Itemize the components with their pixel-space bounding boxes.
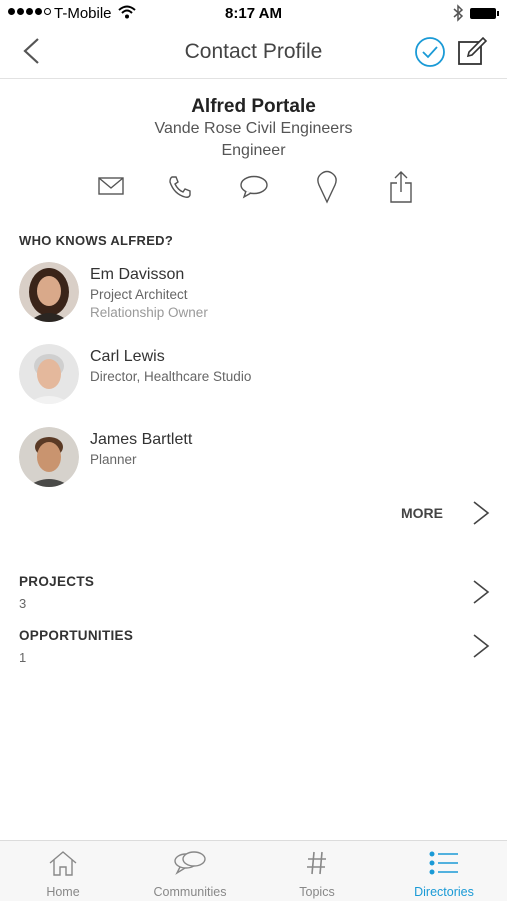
person-name: Carl Lewis [90, 348, 165, 365]
communities-icon [174, 851, 206, 875]
avatar [19, 344, 79, 404]
clock: 8:17 AM [225, 5, 282, 22]
contact-role: Engineer [221, 142, 286, 159]
home-icon [49, 851, 77, 876]
battery-icon [470, 8, 499, 19]
person-title: Planner [90, 452, 137, 467]
mail-icon[interactable] [98, 176, 124, 196]
chevron-right-icon[interactable] [471, 500, 491, 526]
person-row[interactable]: James Bartlett Planner [19, 427, 489, 489]
location-pin-icon[interactable] [316, 170, 338, 204]
projects-label[interactable]: PROJECTS [19, 574, 94, 589]
tab-directories[interactable]: Directories [381, 841, 507, 901]
message-icon[interactable] [239, 174, 269, 200]
opportunities-label[interactable]: OPPORTUNITIES [19, 628, 133, 643]
tab-home[interactable]: Home [0, 841, 126, 901]
tab-communities[interactable]: Communities [127, 841, 253, 901]
list-icon [429, 851, 458, 875]
tab-label: Home [46, 885, 80, 899]
projects-count: 3 [19, 596, 27, 611]
person-row[interactable]: Em Davisson Project Architect Relationsh… [19, 262, 489, 324]
navigation-bar: Contact Profile [0, 28, 507, 79]
chevron-right-icon[interactable] [471, 633, 491, 659]
avatar [19, 262, 79, 322]
tab-label: Directories [414, 885, 474, 899]
contact-company: Vande Rose Civil Engineers [154, 120, 353, 137]
opportunities-count: 1 [19, 650, 27, 665]
contact-actions [0, 170, 507, 208]
who-knows-heading: WHO KNOWS ALFRED? [19, 233, 174, 248]
person-name: James Bartlett [90, 431, 193, 448]
edit-icon[interactable] [456, 36, 488, 68]
person-title: Project Architect [90, 287, 188, 302]
avatar [19, 427, 79, 487]
tab-label: Topics [299, 885, 335, 899]
person-relationship: Relationship Owner [90, 305, 208, 320]
more-button[interactable]: MORE [401, 505, 443, 521]
share-icon[interactable] [389, 170, 413, 204]
chevron-right-icon[interactable] [471, 579, 491, 605]
contact-name: Alfred Portale [191, 96, 316, 117]
person-title: Director, Healthcare Studio [90, 369, 252, 384]
phone-icon[interactable] [167, 174, 193, 200]
person-name: Em Davisson [90, 266, 185, 283]
hash-icon [307, 851, 326, 875]
status-bar: T-Mobile 8:17 AM [0, 0, 507, 28]
tab-label: Communities [153, 885, 227, 899]
tab-bar: Home Communities Topics Directories [0, 840, 507, 901]
bluetooth-icon [453, 4, 464, 22]
tab-topics[interactable]: Topics [254, 841, 380, 901]
person-row[interactable]: Carl Lewis Director, Healthcare Studio [19, 344, 489, 406]
check-circle-icon[interactable] [414, 36, 446, 68]
